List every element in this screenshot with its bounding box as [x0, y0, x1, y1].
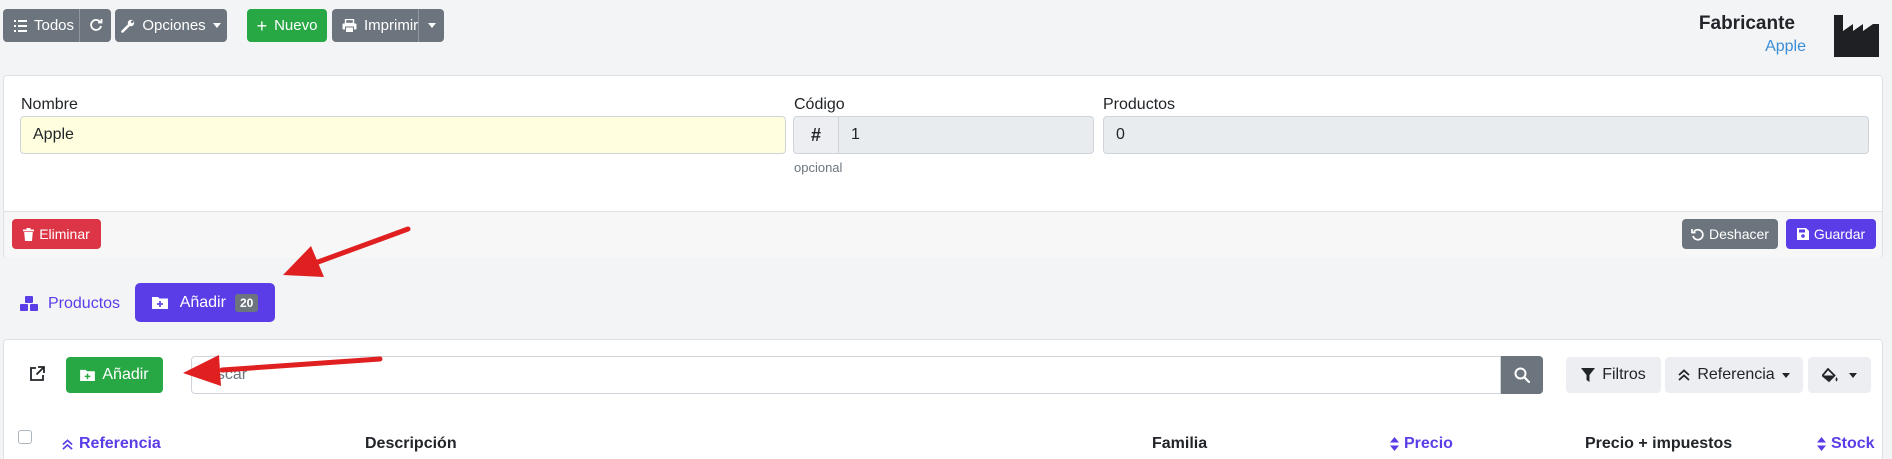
select-all-checkbox[interactable]	[18, 430, 32, 444]
double-chevron-up-icon	[62, 438, 73, 450]
delete-label: Eliminar	[39, 226, 90, 242]
column-header-stock-label: Stock	[1831, 435, 1875, 452]
page-title: Fabricante	[1698, 13, 1795, 34]
filter-icon	[1581, 368, 1596, 382]
column-header-price-with-tax: Precio + impuestos	[1585, 435, 1733, 452]
column-header-family: Familia	[1152, 435, 1208, 452]
options-label: Opciones	[142, 17, 206, 34]
delete-button[interactable]: Eliminar	[12, 219, 101, 249]
search-button[interactable]	[1501, 356, 1543, 394]
tab-add-label: Añadir	[179, 293, 226, 311]
name-field[interactable]: Apple	[20, 116, 786, 154]
folder-plus-icon	[80, 369, 96, 381]
chevron-down-icon	[212, 23, 221, 28]
tab-add[interactable]: Añadir 20	[135, 283, 275, 322]
column-header-price-label: Precio	[1404, 435, 1453, 452]
wrench-icon	[121, 19, 135, 33]
color-fill-dropdown[interactable]	[1808, 357, 1871, 393]
list-icon	[14, 19, 27, 32]
name-label: Nombre	[21, 96, 78, 113]
search-placeholder: uscar	[208, 366, 248, 383]
add-product-label: Añadir	[102, 366, 149, 383]
filters-label: Filtros	[1602, 366, 1646, 383]
undo-button[interactable]: Deshacer	[1682, 219, 1778, 249]
save-label: Guardar	[1813, 226, 1866, 242]
edit-form-card: Nombre Apple Código # 1 opcional Product…	[3, 75, 1883, 258]
code-label: Código	[794, 96, 845, 113]
new-button[interactable]: + Nuevo	[247, 9, 327, 42]
tab-products[interactable]: Productos	[20, 292, 120, 316]
form-footer	[4, 211, 1882, 258]
sort-icon	[1817, 437, 1826, 451]
undo-label: Deshacer	[1709, 226, 1769, 242]
trash-icon	[23, 227, 35, 241]
floppy-disk-icon	[1796, 228, 1809, 240]
all-button[interactable]: Todos	[3, 9, 111, 42]
code-prefix-addon: #	[793, 116, 839, 154]
tab-products-label: Productos	[48, 295, 121, 312]
undo-icon	[1691, 228, 1704, 241]
chevron-down-icon	[1781, 372, 1790, 378]
printer-icon	[342, 18, 357, 33]
options-button[interactable]: Opciones	[115, 9, 227, 42]
sort-dropdown[interactable]: Referencia	[1665, 357, 1803, 393]
products-label: Productos	[1103, 96, 1176, 113]
code-field[interactable]: 1	[838, 116, 1094, 154]
plus-icon: +	[256, 15, 268, 36]
refresh-icon[interactable]	[89, 18, 103, 32]
all-label: Todos	[34, 17, 75, 34]
print-label: Imprimir	[364, 17, 419, 34]
print-button[interactable]: Imprimir	[332, 9, 444, 42]
search-icon	[1514, 367, 1530, 383]
code-help-text: opcional	[794, 160, 843, 175]
chevron-down-icon	[1849, 372, 1857, 378]
search-input[interactable]: uscar	[191, 356, 1501, 394]
page-subtitle-link[interactable]: Apple	[1765, 38, 1806, 56]
products-count-field: 0	[1103, 116, 1869, 154]
cubes-icon	[20, 296, 38, 312]
new-label: Nuevo	[274, 17, 318, 34]
tab-add-count-badge: 20	[234, 293, 259, 312]
print-dropdown-toggle[interactable]	[428, 23, 436, 28]
paint-bucket-icon	[1822, 367, 1839, 383]
factory-icon	[1832, 13, 1880, 57]
double-chevron-up-icon	[1678, 369, 1690, 381]
save-button[interactable]: Guardar	[1786, 219, 1876, 249]
add-product-button[interactable]: Añadir	[66, 357, 163, 393]
column-header-stock[interactable]: Stock	[1817, 435, 1875, 453]
open-in-new-window-icon[interactable]	[29, 366, 45, 382]
column-header-description: Descripción	[365, 435, 457, 452]
column-header-reference[interactable]: Referencia	[62, 435, 161, 453]
folder-plus-icon	[151, 296, 168, 309]
sort-icon	[1390, 437, 1399, 451]
column-header-price[interactable]: Precio	[1390, 435, 1453, 453]
sort-label: Referencia	[1697, 366, 1775, 383]
column-header-reference-label: Referencia	[79, 435, 161, 452]
filters-button[interactable]: Filtros	[1566, 357, 1661, 393]
